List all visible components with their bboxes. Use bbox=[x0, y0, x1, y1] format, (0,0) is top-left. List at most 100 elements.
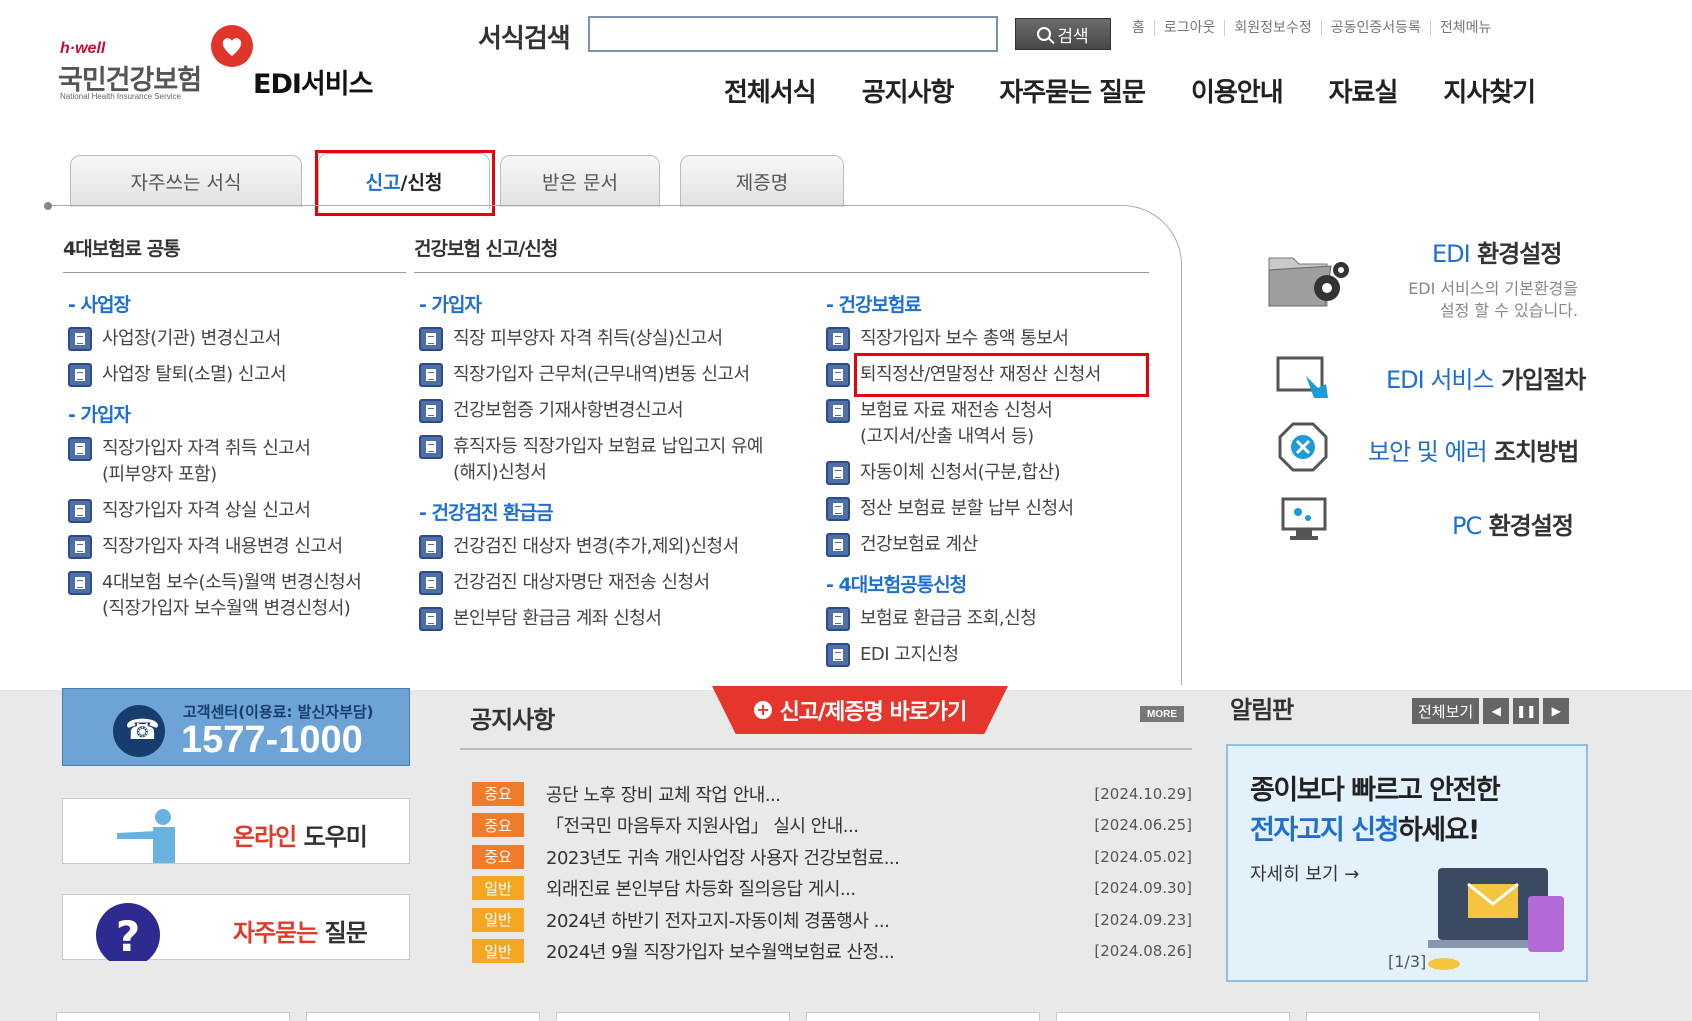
menu-item[interactable]: 직장가입자 근무처(근무내역)변동 신고서 bbox=[419, 362, 809, 388]
document-icon bbox=[419, 435, 443, 459]
footer-box bbox=[556, 1012, 790, 1021]
search-label: 서식검색 bbox=[478, 24, 571, 54]
menu-item-label: 보험료 자료 재전송 신청서 bbox=[860, 400, 1053, 421]
section-head-subscriber: - 가입자 bbox=[68, 404, 131, 426]
menu-item-label: 직장 피부양자 자격 취득(상실)신고서 bbox=[453, 328, 723, 349]
notice-title-text: 2024년 9월 직장가입자 보수월액보험료 산정... bbox=[546, 942, 895, 964]
menu-item-resettlement[interactable]: 퇴직정산/연말정산 재정산 신청서 bbox=[826, 362, 1156, 388]
banner-more-link[interactable]: 자세히 보기 → bbox=[1250, 860, 1359, 886]
tab-certificates[interactable]: 제증명 bbox=[680, 155, 844, 207]
menu-item[interactable]: 보험료 환급금 조회,신청 bbox=[826, 606, 1156, 632]
menu-item-label: EDI 고지신청 bbox=[860, 644, 959, 665]
menu-item[interactable]: 직장가입자 자격 상실 신고서 bbox=[68, 498, 408, 524]
e-notice-banner[interactable]: 종이보다 빠르고 안전한 전자고지 신청하세요! 자세히 보기 → [1/3] bbox=[1226, 744, 1588, 982]
document-icon bbox=[68, 535, 92, 559]
menu-item-label: 사업장 탈퇴(소멸) 신고서 bbox=[102, 364, 287, 385]
pc-settings-icon bbox=[1281, 497, 1327, 540]
menu-item[interactable]: 직장 피부양자 자격 취득(상실)신고서 bbox=[419, 326, 809, 352]
next-icon[interactable]: ▶ bbox=[1543, 698, 1570, 724]
menu-item[interactable]: 보험료 자료 재전송 신청서 (고지서/산출 내역서 등) bbox=[826, 398, 1156, 450]
link-logout[interactable]: 로그아웃 bbox=[1153, 20, 1225, 36]
tab-frequent-forms[interactable]: 자주쓰는 서식 bbox=[70, 155, 302, 207]
nav-guide[interactable]: 이용안내 bbox=[1191, 72, 1284, 109]
banner-line2-rest: 하세요! bbox=[1397, 815, 1480, 846]
notice-row[interactable]: 중요 2023년도 귀속 개인사업장 사용자 건강보험료... [2024.05.0… bbox=[472, 841, 1192, 873]
side-pc-settings[interactable]: PC 환경설정 bbox=[1452, 506, 1574, 541]
prev-icon[interactable]: ◀ bbox=[1483, 698, 1510, 724]
menu-item[interactable]: 직장가입자 자격 내용변경 신고서 bbox=[68, 534, 408, 560]
document-icon bbox=[419, 327, 443, 351]
tab-received-docs[interactable]: 받은 문서 bbox=[500, 155, 660, 207]
nav-resources[interactable]: 자료실 bbox=[1329, 72, 1399, 109]
menu-item[interactable]: 직장가입자 자격 취득 신고서 (피부양자 포함) bbox=[68, 436, 408, 488]
menu-item[interactable]: 휴직자등 직장가입자 보험료 납입고지 유예 (해지)신청서 bbox=[419, 434, 809, 486]
side-env-settings[interactable]: EDI 환경설정 bbox=[1432, 234, 1562, 269]
menu-item-label: 직장가입자 자격 상실 신고서 bbox=[102, 500, 311, 521]
banner-line2-blue: 전자고지 신청 bbox=[1250, 815, 1399, 846]
menu-item[interactable]: 건강보험증 기재사항변경신고서 bbox=[419, 398, 809, 424]
side-join-procedure[interactable]: EDI 서비스 가입절차 bbox=[1386, 360, 1586, 395]
notice-row[interactable]: 중요 공단 노후 장비 교체 작업 안내... [2024.10.29] bbox=[472, 778, 1192, 810]
notice-badge: 중요 bbox=[472, 813, 524, 838]
alarm-board-title: 알림판 bbox=[1230, 696, 1294, 724]
tab-report-apply[interactable]: 신고/신청 bbox=[318, 153, 490, 209]
document-icon bbox=[826, 327, 850, 351]
link-full-menu[interactable]: 전체메뉴 bbox=[1429, 20, 1501, 36]
heart-icon bbox=[211, 25, 253, 67]
notice-more-button[interactable]: MORE bbox=[1140, 706, 1184, 722]
menu-item[interactable]: 4대보험 보수(소득)월액 변경신청서 (직장가입자 보수월액 변경신청서) bbox=[68, 570, 408, 622]
nav-branch-finder[interactable]: 지사찾기 bbox=[1443, 72, 1536, 109]
menu-item[interactable]: 건강보험료 계산 bbox=[826, 532, 1156, 558]
document-icon bbox=[419, 535, 443, 559]
folder-gear-icon bbox=[1268, 257, 1349, 307]
notice-row[interactable]: 일반 외래진료 본인부담 차등화 질의응답 게시... [2024.09.30] bbox=[472, 873, 1192, 905]
menu-item-sublabel: (피부양자 포함) bbox=[102, 464, 217, 485]
menu-item[interactable]: 자동이체 신청서(구분,합산) bbox=[826, 460, 1156, 486]
link-home[interactable]: 홈 bbox=[1132, 20, 1154, 36]
menu-item[interactable]: 건강검진 대상자명단 재전송 신청서 bbox=[419, 570, 809, 596]
menu-item-sublabel: (고지서/산출 내역서 등) bbox=[860, 426, 1034, 447]
menu-item[interactable]: 정산 보험료 분할 납부 신청서 bbox=[826, 496, 1156, 522]
nav-faq[interactable]: 자주묻는 질문 bbox=[999, 72, 1146, 109]
menu-item[interactable]: 사업장(기관) 변경신고서 bbox=[68, 326, 408, 352]
menu-item-label: 퇴직정산/연말정산 재정산 신청서 bbox=[860, 364, 1101, 385]
side-join-title: 가입절차 bbox=[1500, 366, 1586, 394]
nav-all-forms[interactable]: 전체서식 bbox=[724, 72, 817, 109]
notice-badge: 중요 bbox=[472, 844, 524, 869]
menu-item[interactable]: EDI 고지신청 bbox=[826, 642, 1156, 668]
logo-brand-en: National Health Insurance Service bbox=[60, 92, 181, 101]
faq-box[interactable]: ? 자주묻는 질문 bbox=[62, 894, 410, 961]
menu-item[interactable]: 사업장 탈퇴(소멸) 신고서 bbox=[68, 362, 408, 388]
nav-notices[interactable]: 공지사항 bbox=[862, 72, 955, 109]
online-helper-box[interactable]: 온라인 도우미 bbox=[62, 798, 410, 864]
search-button[interactable]: 검색 bbox=[1015, 18, 1111, 50]
document-icon bbox=[419, 399, 443, 423]
menu-item[interactable]: 본인부담 환급금 계좌 신청서 bbox=[419, 606, 809, 632]
error-x-icon bbox=[1278, 422, 1328, 472]
search-input[interactable] bbox=[588, 16, 998, 52]
helper-label-rest: 도우미 bbox=[296, 823, 368, 851]
alarm-view-all-button[interactable]: 전체보기 bbox=[1412, 698, 1480, 724]
plus-icon: + bbox=[753, 701, 772, 719]
notice-row[interactable]: 일반 2024년 9월 직장가입자 보수월액보험료 산정... [2024.08.2… bbox=[472, 936, 1192, 968]
footer-box bbox=[1306, 1012, 1540, 1021]
link-edit-profile[interactable]: 회원정보수정 bbox=[1224, 20, 1320, 36]
link-register-cert[interactable]: 공동인증서등록 bbox=[1320, 20, 1430, 36]
col-rule bbox=[63, 272, 406, 273]
nhis-logo[interactable]: h·well 국민건강보험 National Health Insurance … bbox=[58, 24, 398, 104]
side-env-title: 환경설정 bbox=[1477, 240, 1562, 268]
document-icon bbox=[826, 399, 850, 423]
side-security-error[interactable]: 보안 및 에러 조치방법 bbox=[1368, 432, 1579, 467]
phone-icon bbox=[113, 705, 165, 757]
menu-item[interactable]: 직장가입자 보수 총액 통보서 bbox=[826, 326, 1156, 352]
notice-row[interactable]: 일반 2024년 하반기 전자고지-자동이체 경품행사 ... [2024.09.2… bbox=[472, 904, 1192, 936]
notice-title-text: 「전국민 마음투자 지원사업」 실시 안내... bbox=[546, 816, 859, 838]
menu-item-label: 본인부담 환급금 계좌 신청서 bbox=[453, 608, 662, 629]
document-icon bbox=[68, 571, 92, 595]
document-icon bbox=[419, 571, 443, 595]
pause-icon[interactable]: ❚❚ bbox=[1513, 698, 1540, 724]
notice-row[interactable]: 중요 「전국민 마음투자 지원사업」 실시 안내... [2024.06.25] bbox=[472, 810, 1192, 842]
menu-item[interactable]: 건강검진 대상자 변경(추가,제외)신청서 bbox=[419, 534, 809, 560]
notice-date: [2024.05.02] bbox=[1094, 847, 1192, 866]
quick-report-button[interactable]: + 신고/제증명 바로가기 bbox=[712, 686, 1008, 734]
